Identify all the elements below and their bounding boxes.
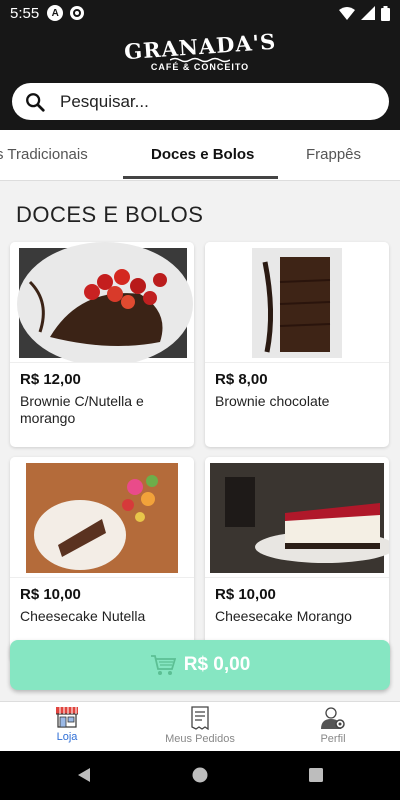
back-icon[interactable] [76,767,92,783]
status-time: 5:55 [10,4,40,22]
logo-subtitle: CAFÉ & CONCEITO [150,62,250,72]
cart-button[interactable]: R$ 0,00 [10,640,390,690]
product-card[interactable]: R$ 12,00 Brownie C/Nutella e morango [10,242,194,447]
product-card[interactable]: R$ 10,00 Cheesecake Nutella [10,457,194,662]
nav-meus-pedidos[interactable]: Meus Pedidos [150,706,250,745]
at-sign-icon [70,6,85,20]
card-divider [205,362,389,363]
product-card[interactable]: R$ 10,00 Cheesecake Morango [205,457,389,662]
tab-tradicionais[interactable]: s Tradicionais [0,146,88,163]
card-divider [10,577,194,578]
signal-icon [361,6,375,20]
product-list: DOCES E BOLOS R$ 12,00 Brownie C/Nutella… [0,182,400,702]
product-price: R$ 10,00 [20,586,81,603]
product-price: R$ 12,00 [20,371,81,388]
tab-doces-e-bolos[interactable]: Doces e Bolos [151,146,254,163]
product-name: Brownie chocolate [215,393,330,409]
tab-frappes[interactable]: Frappês [306,146,361,163]
recents-icon[interactable] [308,767,324,783]
product-price: R$ 8,00 [215,371,268,388]
store-icon [56,707,78,728]
nav-label-meus-pedidos: Meus Pedidos [165,733,235,745]
cart-total: R$ 0,00 [183,654,251,675]
nav-label-loja: Loja [56,731,78,743]
search-input[interactable] [60,91,350,112]
search-icon[interactable] [24,91,46,113]
brand-logo: GRANADA'S CAFÉ & CONCEITO [0,29,400,72]
nav-perfil[interactable]: Perfil [283,706,383,745]
product-name: Cheesecake Morango [215,608,352,624]
battery-icon [381,5,390,21]
product-image-brownie-strawberry [10,242,194,362]
product-price: R$ 10,00 [215,586,276,603]
product-image-cheesecake-nutella [10,457,194,577]
card-divider [10,362,194,363]
product-name: Cheesecake Nutella [20,608,146,624]
logo-title: GRANADA'S [123,28,277,65]
nav-label-perfil: Perfil [320,733,346,745]
search-bar[interactable] [12,83,389,120]
cart-icon [150,655,176,675]
user-gear-icon [321,707,345,729]
notification-app-icon: A [47,5,64,21]
card-divider [205,577,389,578]
bottom-navigation: Loja Meus Pedidos Perfil [0,701,400,751]
product-image-cheesecake-strawberry [205,457,389,577]
receipt-icon [191,706,209,730]
status-icons [339,5,390,21]
system-navigation-bar [0,751,400,800]
wifi-icon [339,6,355,20]
product-image-brownie [205,242,389,362]
product-card[interactable]: R$ 8,00 Brownie chocolate [205,242,389,447]
app-header: GRANADA'S CAFÉ & CONCEITO [0,26,400,130]
tab-active-indicator [123,176,278,179]
product-name: Brownie C/Nutella e morango [20,393,144,426]
category-tabs: s Tradicionais Doces e Bolos Frappês [0,130,400,181]
section-title: DOCES E BOLOS [16,202,204,227]
status-bar: 5:55 A [0,0,400,26]
nav-loja[interactable]: Loja [17,706,117,743]
home-icon[interactable] [192,767,208,783]
